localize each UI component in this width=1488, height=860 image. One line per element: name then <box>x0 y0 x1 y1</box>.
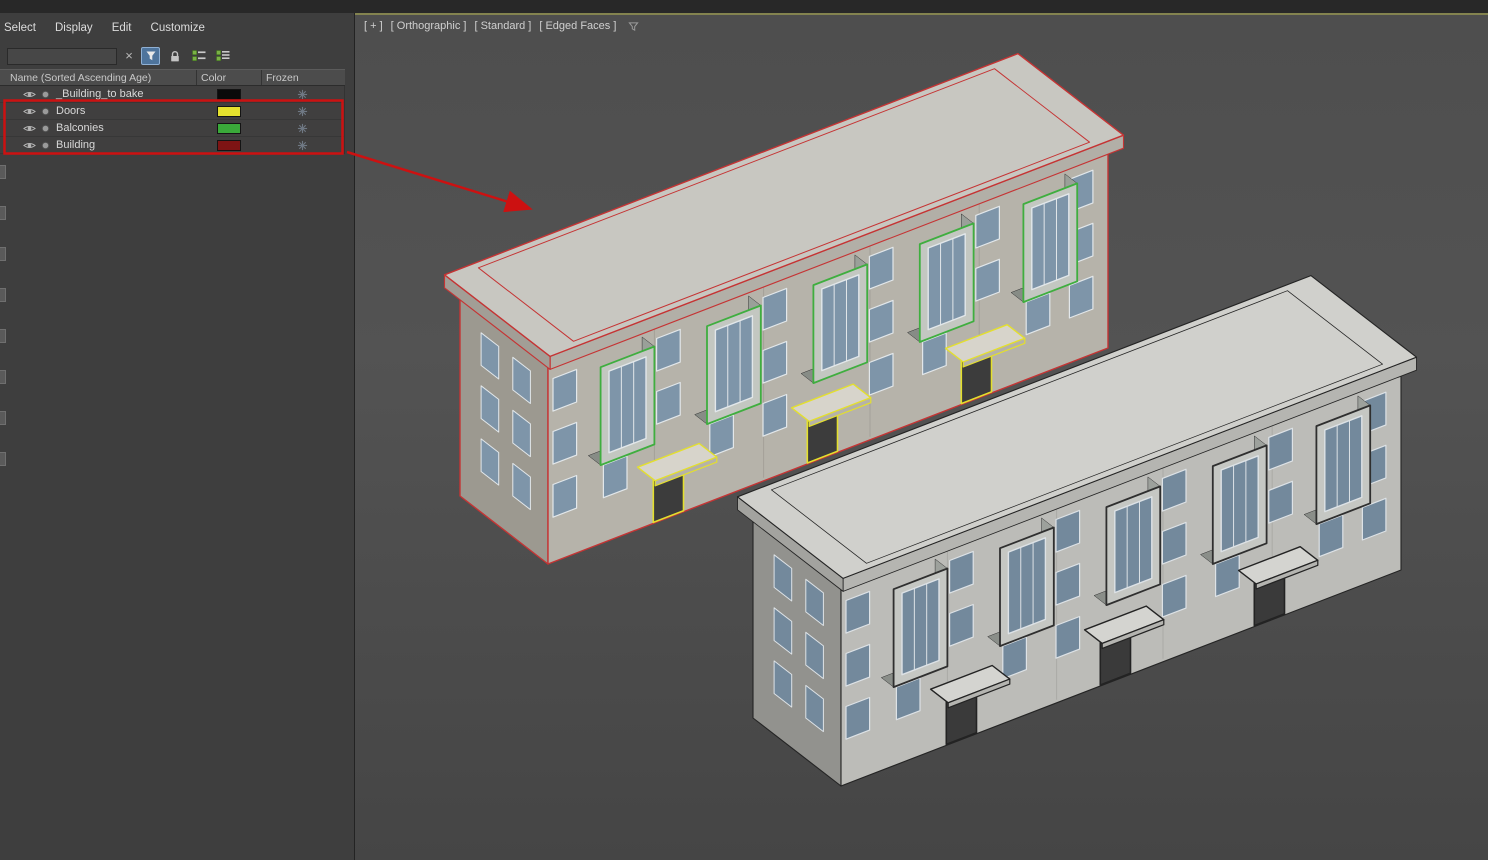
dot-icon[interactable] <box>41 107 50 116</box>
docked-toolbar-partial-icon[interactable] <box>0 329 6 343</box>
lock-icon <box>170 50 179 61</box>
viewport-menu-edged-faces[interactable]: [ Edged Faces ] <box>539 20 616 32</box>
layer-color-swatch[interactable] <box>216 139 241 151</box>
layer-name[interactable]: Building <box>56 139 95 151</box>
clear-search-button[interactable]: × <box>122 47 136 65</box>
layer-name-cell: _Building_to bake <box>0 88 196 100</box>
scene-explorer-panel: Select Display Edit Customize × Name (So… <box>0 13 355 860</box>
layer-row[interactable]: Building <box>0 137 344 154</box>
layer-frozen-cell[interactable] <box>261 106 344 117</box>
application-window: Select Display Edit Customize × Name (So… <box>0 0 1488 860</box>
layer-row[interactable]: _Building_to bake <box>0 86 344 103</box>
filter-icon[interactable] <box>628 21 640 32</box>
viewport-label-bar: [ + ] [ Orthographic ] [ Standard ] [ Ed… <box>364 20 640 32</box>
snowflake-icon <box>298 140 308 150</box>
viewport-menu-general[interactable]: [ + ] <box>364 20 383 32</box>
layer-row[interactable]: Balconies <box>0 120 344 137</box>
search-input[interactable] <box>7 47 117 65</box>
viewport[interactable]: [ + ] [ Orthographic ] [ Standard ] [ Ed… <box>355 13 1488 860</box>
viewport-canvas[interactable] <box>355 15 1488 860</box>
snowflake-icon <box>298 106 308 116</box>
column-header-color[interactable]: Color <box>197 70 262 85</box>
column-header-row: Name (Sorted Ascending Age) Color Frozen <box>0 69 345 86</box>
column-header-frozen[interactable]: Frozen <box>262 70 345 85</box>
layer-name[interactable]: _Building_to bake <box>56 88 143 100</box>
list-view-button[interactable] <box>189 47 208 65</box>
docked-toolbar-partial-icon[interactable] <box>0 288 6 302</box>
lock-button[interactable] <box>165 47 184 65</box>
eye-icon[interactable] <box>23 124 36 133</box>
docked-toolbar-partial-icon[interactable] <box>0 452 6 466</box>
menu-edit[interactable]: Edit <box>112 22 132 34</box>
docked-toolbar-partial-icon[interactable] <box>0 370 6 384</box>
menu-customize[interactable]: Customize <box>151 22 205 34</box>
layer-frozen-cell[interactable] <box>261 140 344 151</box>
menu-display[interactable]: Display <box>55 22 93 34</box>
layer-name[interactable]: Balconies <box>56 122 104 134</box>
viewport-menu-shading[interactable]: [ Standard ] <box>474 20 531 32</box>
layer-name-cell: Building <box>0 139 196 151</box>
layer-frozen-cell[interactable] <box>261 89 344 100</box>
layer-color-swatch[interactable] <box>216 122 241 134</box>
explorer-menubar: Select Display Edit Customize <box>0 13 354 43</box>
layer-color-swatch[interactable] <box>216 88 241 100</box>
docked-toolbar-partial-icon[interactable] <box>0 165 6 179</box>
layer-color-cell[interactable] <box>196 105 261 117</box>
eye-icon[interactable] <box>23 90 36 99</box>
layer-name[interactable]: Doors <box>56 105 85 117</box>
layer-row[interactable]: Doors <box>0 103 344 120</box>
explorer-toolbar: × <box>0 43 354 69</box>
snowflake-icon <box>298 89 308 99</box>
layer-name-cell: Doors <box>0 105 196 117</box>
layer-color-cell[interactable] <box>196 122 261 134</box>
dot-icon[interactable] <box>41 124 50 133</box>
list-alt-icon <box>215 50 229 61</box>
list-icon <box>191 50 205 61</box>
filter-icon <box>146 51 155 61</box>
docked-toolbar-partial-icon[interactable] <box>0 247 6 261</box>
dot-icon[interactable] <box>41 141 50 150</box>
docked-toolbar-partial-icon[interactable] <box>0 411 6 425</box>
menu-select[interactable]: Select <box>4 22 36 34</box>
eye-icon[interactable] <box>23 141 36 150</box>
layer-color-swatch[interactable] <box>216 105 241 117</box>
eye-icon[interactable] <box>23 107 36 116</box>
docked-toolbar-edge <box>0 165 8 493</box>
docked-toolbar-partial-icon[interactable] <box>0 206 6 220</box>
dot-icon[interactable] <box>41 90 50 99</box>
title-strip <box>0 0 1488 13</box>
column-header-name[interactable]: Name (Sorted Ascending Age) <box>0 70 197 85</box>
layer-frozen-cell[interactable] <box>261 123 344 134</box>
snowflake-icon <box>298 123 308 133</box>
layer-color-cell[interactable] <box>196 88 261 100</box>
layer-name-cell: Balconies <box>0 122 196 134</box>
layer-list: _Building_to bake Doors Balconies Buildi… <box>0 86 345 154</box>
sort-view-button[interactable] <box>213 47 232 65</box>
layer-color-cell[interactable] <box>196 139 261 151</box>
viewport-menu-pov[interactable]: [ Orthographic ] <box>391 20 467 32</box>
filter-button[interactable] <box>141 47 160 65</box>
